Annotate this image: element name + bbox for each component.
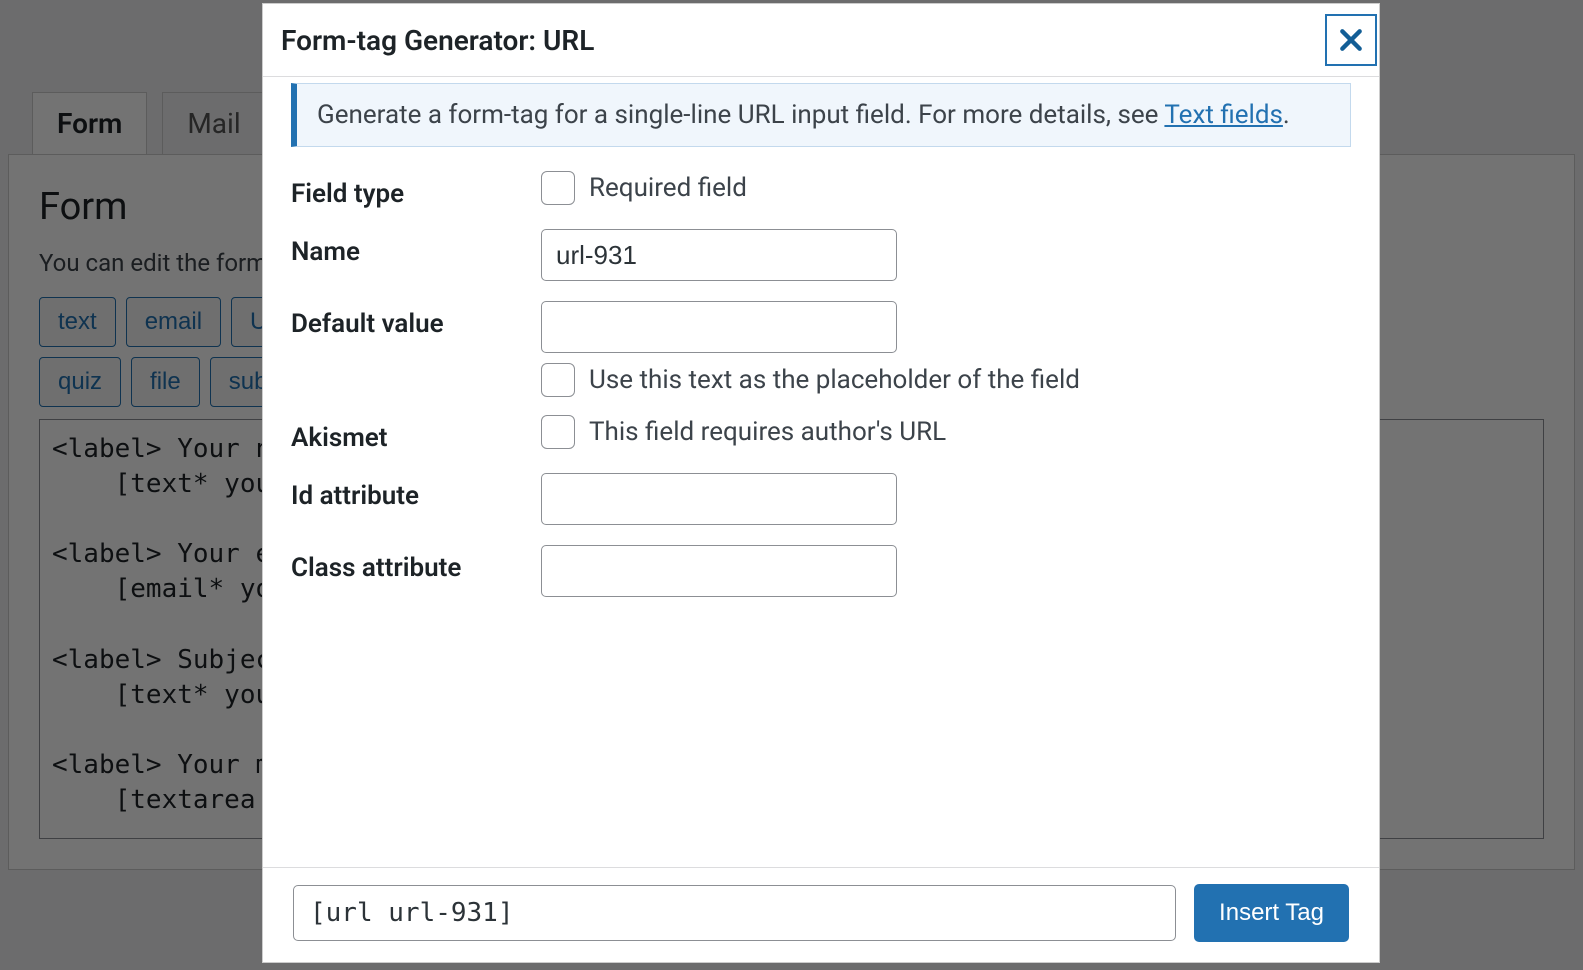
tag-output[interactable] (293, 885, 1176, 941)
akismet-checkbox-row[interactable]: This field requires author's URL (541, 415, 1351, 449)
row-class-attr: Class attribute (291, 545, 1351, 597)
info-link[interactable]: Text fields (1164, 100, 1283, 130)
label-class-attr: Class attribute (291, 545, 541, 583)
label-name: Name (291, 229, 541, 267)
label-id-attr: Id attribute (291, 473, 541, 511)
dialog-title: Form-tag Generator: URL (281, 24, 594, 57)
info-text-suffix: . (1283, 100, 1290, 130)
close-button[interactable] (1325, 14, 1377, 66)
dialog-footer: Insert Tag (263, 867, 1379, 962)
label-field-type: Field type (291, 171, 541, 209)
id-attr-input[interactable] (541, 473, 897, 525)
row-default-value: Default value Use this text as the place… (291, 301, 1351, 397)
required-checkbox-row[interactable]: Required field (541, 171, 1351, 205)
required-checkbox[interactable] (541, 171, 575, 205)
insert-tag-button[interactable]: Insert Tag (1194, 884, 1349, 942)
default-value-input[interactable] (541, 301, 897, 353)
class-attr-input[interactable] (541, 545, 897, 597)
name-input[interactable] (541, 229, 897, 281)
label-akismet: Akismet (291, 415, 541, 453)
row-id-attr: Id attribute (291, 473, 1351, 525)
dialog-header: Form-tag Generator: URL (263, 4, 1379, 77)
info-box: Generate a form-tag for a single-line UR… (291, 83, 1351, 147)
dialog-body: Generate a form-tag for a single-line UR… (263, 77, 1379, 867)
label-default-value: Default value (291, 301, 541, 339)
row-name: Name (291, 229, 1351, 281)
placeholder-checkbox-row[interactable]: Use this text as the placeholder of the … (541, 363, 1351, 397)
akismet-checkbox[interactable] (541, 415, 575, 449)
akismet-checkbox-label: This field requires author's URL (589, 417, 946, 447)
placeholder-checkbox[interactable] (541, 363, 575, 397)
placeholder-checkbox-label: Use this text as the placeholder of the … (589, 365, 1080, 395)
close-icon (1338, 27, 1364, 53)
row-akismet: Akismet This field requires author's URL (291, 415, 1351, 453)
row-field-type: Field type Required field (291, 171, 1351, 209)
form-tag-generator-dialog: Form-tag Generator: URL Generate a form-… (262, 3, 1380, 963)
info-text-prefix: Generate a form-tag for a single-line UR… (317, 100, 1164, 130)
required-checkbox-label: Required field (589, 173, 747, 203)
